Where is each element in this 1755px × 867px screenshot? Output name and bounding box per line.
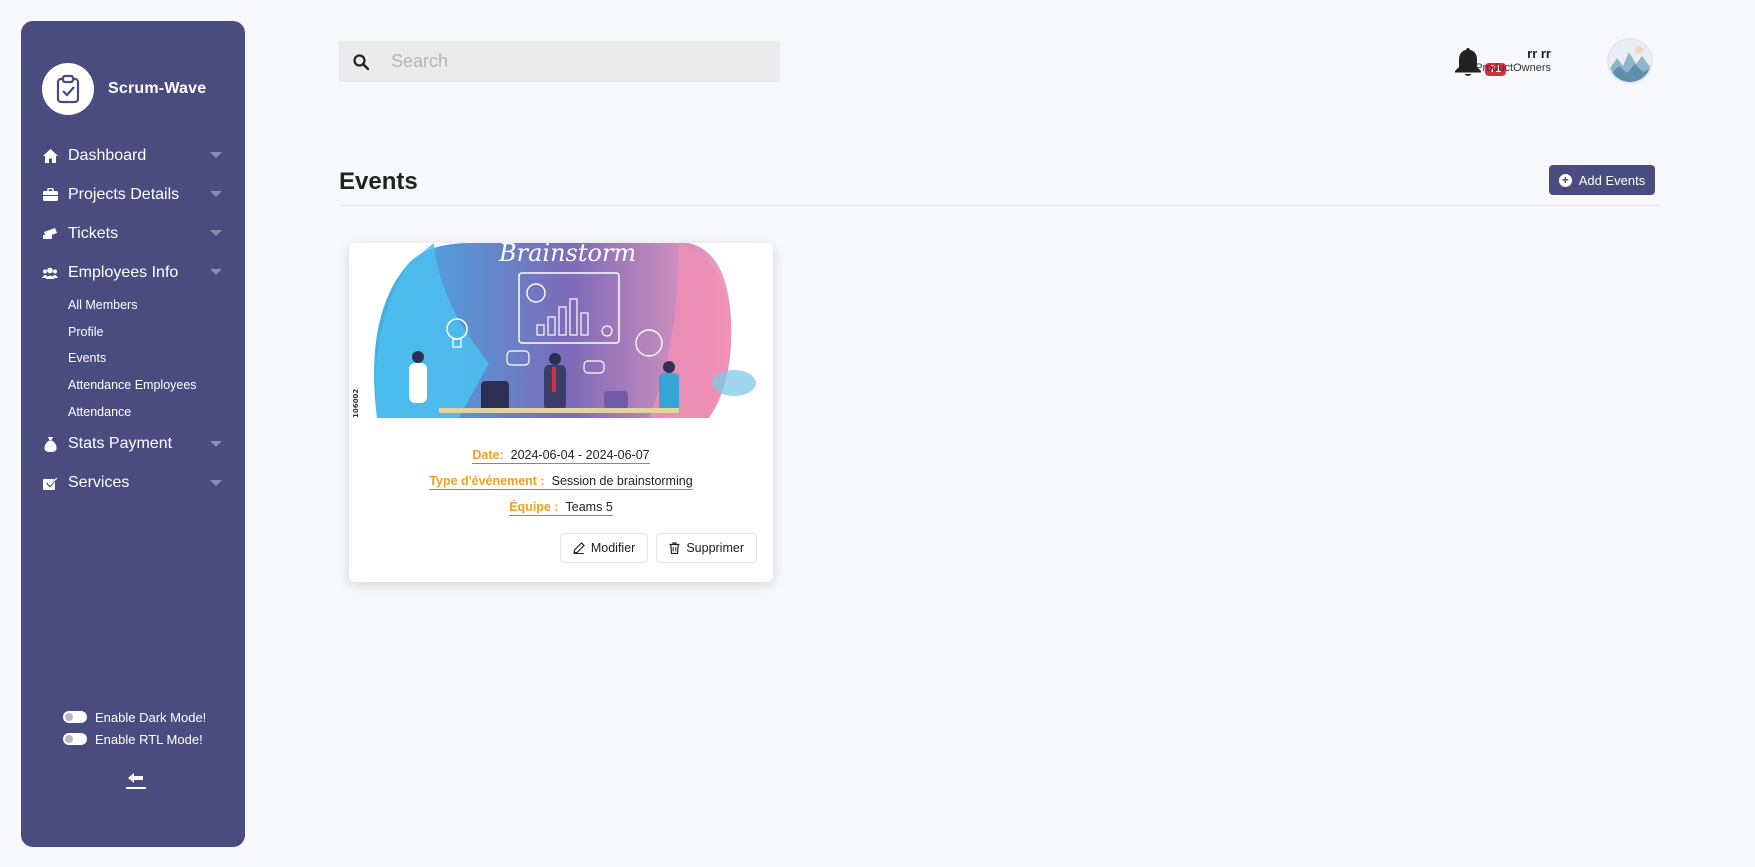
sidebar-item-label: Tickets	[68, 224, 119, 242]
rtl-mode-toggle-row: Enable RTL Mode!	[63, 728, 206, 750]
submenu-item-profile[interactable]: Profile	[68, 319, 245, 346]
sidebar-item-employees-info[interactable]: Employees Info	[21, 253, 245, 292]
ticket-icon	[42, 226, 58, 242]
title-divider	[339, 205, 1659, 206]
edit-event-button[interactable]: Modifier	[559, 533, 649, 563]
image-code-text: 106002	[352, 389, 360, 418]
trash-icon	[669, 542, 680, 554]
dark-mode-toggle-row: Enable Dark Mode!	[63, 706, 206, 728]
rtl-mode-toggle[interactable]	[63, 733, 87, 745]
money-bag-icon	[42, 436, 58, 452]
brand-name: Scrum-Wave	[108, 80, 207, 97]
sidebar-item-label: Stats Payment	[68, 435, 173, 453]
event-details: Date: 2024-06-04 - 2024-06-07 Type d'évén…	[349, 443, 773, 521]
sidebar-item-label: Projects Details	[68, 185, 180, 203]
sidebar-item-tickets[interactable]: Tickets	[21, 214, 245, 253]
sidebar-nav: Dashboard Projects Details Tickets Emplo…	[21, 136, 245, 503]
chevron-down-icon	[210, 440, 222, 447]
clipboard-check-icon	[42, 63, 94, 115]
sidebar-item-dashboard[interactable]: Dashboard	[21, 136, 245, 175]
pencil-icon	[573, 542, 585, 554]
sidebar-item-stats-payment[interactable]: Stats Payment	[21, 425, 245, 464]
dark-mode-toggle[interactable]	[63, 711, 87, 723]
plus-circle-icon: +	[1558, 173, 1572, 187]
employees-submenu: All Members Profile Events Attendance Em…	[21, 292, 245, 425]
user-name: rr rr	[1527, 46, 1551, 61]
search-input[interactable]	[391, 51, 771, 72]
page-title: Events	[339, 168, 418, 195]
briefcase-icon	[42, 187, 58, 203]
team-label: Équipe :	[509, 500, 559, 514]
chevron-down-icon	[210, 269, 222, 275]
event-date-row: Date: 2024-06-04 - 2024-06-07	[349, 443, 773, 469]
sidebar: Scrum-Wave Dashboard Projects Details Ti…	[21, 21, 245, 847]
event-image: Brainstorm 106002	[349, 243, 773, 418]
sidebar-item-services[interactable]: Services	[21, 464, 245, 503]
event-date: Date: 2024-06-04 - 2024-06-07	[472, 448, 650, 464]
search-icon[interactable]	[339, 53, 383, 70]
sidebar-item-label: Employees Info	[68, 263, 179, 281]
search-bar	[339, 41, 780, 82]
submenu-item-events[interactable]: Events	[68, 345, 245, 372]
chevron-down-icon	[210, 230, 222, 236]
event-type-row: Type d'événement : Session de brainstormi…	[349, 469, 773, 495]
image-title-text: Brainstorm	[498, 243, 636, 267]
submenu-item-attendance-employees[interactable]: Attendance Employees	[68, 372, 245, 399]
team-value: Teams 5	[565, 500, 613, 514]
arrow-left-collapse-icon	[126, 773, 146, 789]
type-value: Session de brainstorming	[551, 474, 693, 488]
event-type: Type d'événement : Session de brainstormi…	[429, 474, 693, 490]
mode-toggles: Enable Dark Mode! Enable RTL Mode!	[63, 706, 206, 750]
date-value: 2024-06-04 - 2024-06-07	[510, 448, 650, 462]
user-role: ProductOwners	[1475, 62, 1551, 74]
chevron-down-icon	[210, 479, 222, 486]
user-info[interactable]: rr rr ProductOwners	[1475, 46, 1551, 74]
submenu-item-attendance[interactable]: Attendance	[68, 398, 245, 425]
sidebar-item-projects-details[interactable]: Projects Details	[21, 175, 245, 214]
add-events-button[interactable]: + Add Events	[1549, 165, 1655, 195]
delete-event-button[interactable]: Supprimer	[656, 533, 757, 563]
chevron-down-icon	[210, 152, 222, 158]
users-icon	[42, 265, 58, 281]
checked-box-icon	[42, 475, 58, 491]
dark-mode-label: Enable Dark Mode!	[95, 709, 207, 725]
sidebar-item-label: Dashboard	[68, 146, 147, 164]
date-label: Date:	[472, 448, 504, 462]
edit-label: Modifier	[590, 541, 636, 555]
event-team-row: Équipe : Teams 5	[349, 495, 773, 521]
collapse-sidebar-button[interactable]	[121, 769, 151, 793]
chevron-down-icon	[210, 191, 222, 197]
home-icon	[42, 148, 58, 164]
sidebar-item-label: Services	[68, 474, 130, 492]
add-events-label: Add Events	[1578, 172, 1646, 188]
avatar[interactable]	[1607, 38, 1653, 84]
submenu-item-all-members[interactable]: All Members	[68, 292, 245, 319]
type-label: Type d'événement :	[429, 474, 545, 488]
event-card: Brainstorm 106002 Date: 2024-06-04 - 2024…	[349, 243, 773, 582]
event-actions: Modifier Supprimer	[552, 533, 757, 563]
event-team: Équipe : Teams 5	[509, 500, 613, 516]
brand[interactable]: Scrum-Wave	[42, 63, 206, 115]
rtl-mode-label: Enable RTL Mode!	[95, 731, 203, 747]
delete-label: Supprimer	[686, 541, 744, 555]
